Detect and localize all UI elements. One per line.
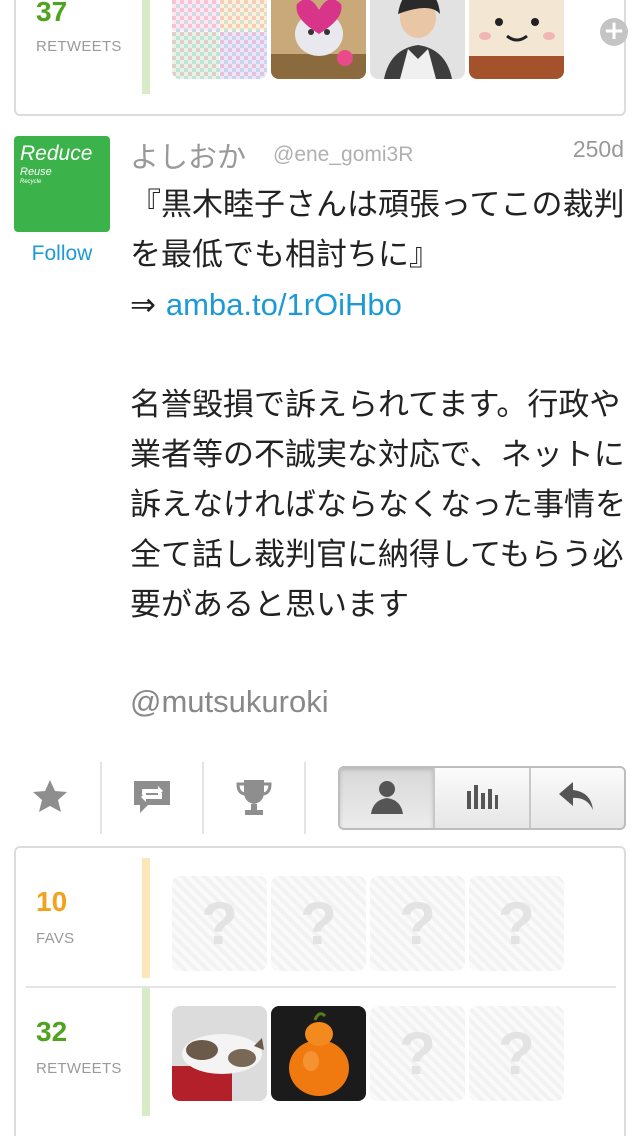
- follow-button[interactable]: Follow: [14, 242, 110, 266]
- user-handle[interactable]: @ene_gomi3R: [273, 143, 413, 167]
- retweets-count: 37: [36, 0, 68, 27]
- favs-bar: [142, 858, 150, 978]
- retweets-stats-card-top: 37 RETWEETS +: [14, 0, 628, 116]
- tweet-text-line1: 『黒木睦子さんは頑張ってこの裁判を最低でも相討ちに』: [130, 187, 625, 273]
- more-thumbs-plus-icon[interactable]: +: [600, 18, 628, 46]
- placeholder-thumb: ?: [271, 876, 366, 971]
- reply-icon: [557, 778, 597, 818]
- person-thumb[interactable]: [370, 0, 465, 79]
- favs-retweets-card: 10 FAVS ? ? ? ? 32 RETWEETS ? ?: [14, 846, 626, 1136]
- tweet-age: 250d: [572, 136, 624, 162]
- retweet-button[interactable]: [102, 766, 202, 832]
- favs-label: FAVS: [36, 930, 75, 947]
- placeholder-thumb: ?: [172, 876, 267, 971]
- star-icon: [30, 777, 70, 821]
- retweet-icon: [130, 777, 174, 821]
- stats-icon: [465, 781, 499, 815]
- link-arrow: ⇒: [130, 287, 166, 323]
- placeholder-thumb: ?: [370, 876, 465, 971]
- favs-count: 10: [36, 886, 68, 917]
- retweets-label: RETWEETS: [36, 1060, 122, 1077]
- orange-thumb[interactable]: [271, 1006, 366, 1101]
- smiley-cake-thumb[interactable]: [469, 0, 564, 79]
- segment-stats[interactable]: [435, 768, 531, 828]
- check-pattern-thumb[interactable]: [172, 0, 267, 79]
- user-display-name[interactable]: よしおか: [130, 134, 246, 176]
- trophy-icon: [234, 776, 274, 822]
- balloon-thumb[interactable]: [271, 0, 366, 79]
- view-segmented-control: [338, 766, 626, 830]
- avatar-text-line1: Reduce: [20, 142, 93, 165]
- segment-profile[interactable]: [340, 768, 436, 828]
- favorite-button[interactable]: [0, 766, 100, 832]
- tweet-text: 『黒木睦子さんは頑張ってこの裁判を最低でも相討ちに』 ⇒ amba.to/1rO…: [130, 180, 630, 630]
- placeholder-thumb: ?: [469, 1006, 564, 1101]
- user-avatar[interactable]: Reduce Reuse Recycle: [14, 136, 110, 232]
- tweet-detail-screen: 37 RETWEETS + Reduce Reuse Recycle Follo…: [0, 0, 640, 1136]
- segment-reply[interactable]: [531, 768, 624, 828]
- retweets-bar: [142, 988, 150, 1116]
- retweets-bar: [142, 0, 150, 94]
- avatar-text-line2: Reuse: [20, 166, 52, 178]
- cat-thumb[interactable]: [172, 1006, 267, 1101]
- retweets-label: RETWEETS: [36, 38, 122, 55]
- retweets-count: 32: [36, 1016, 68, 1047]
- profile-icon: [367, 776, 407, 820]
- placeholder-thumb: ?: [370, 1006, 465, 1101]
- tweet-link[interactable]: amba.to/1rOiHbo: [166, 287, 402, 322]
- row-separator: [26, 986, 616, 988]
- tweet-text-para2: 名誉毀損で訴えられてます。行政や業者等の不誠実な対応で、ネットに訴えなければなら…: [130, 387, 626, 623]
- action-divider: [304, 762, 306, 834]
- trophy-button[interactable]: [204, 766, 304, 832]
- placeholder-thumb: ?: [469, 876, 564, 971]
- avatar-text-line3: Recycle: [20, 179, 42, 185]
- tweet-mention[interactable]: @mutsukuroki: [130, 684, 329, 720]
